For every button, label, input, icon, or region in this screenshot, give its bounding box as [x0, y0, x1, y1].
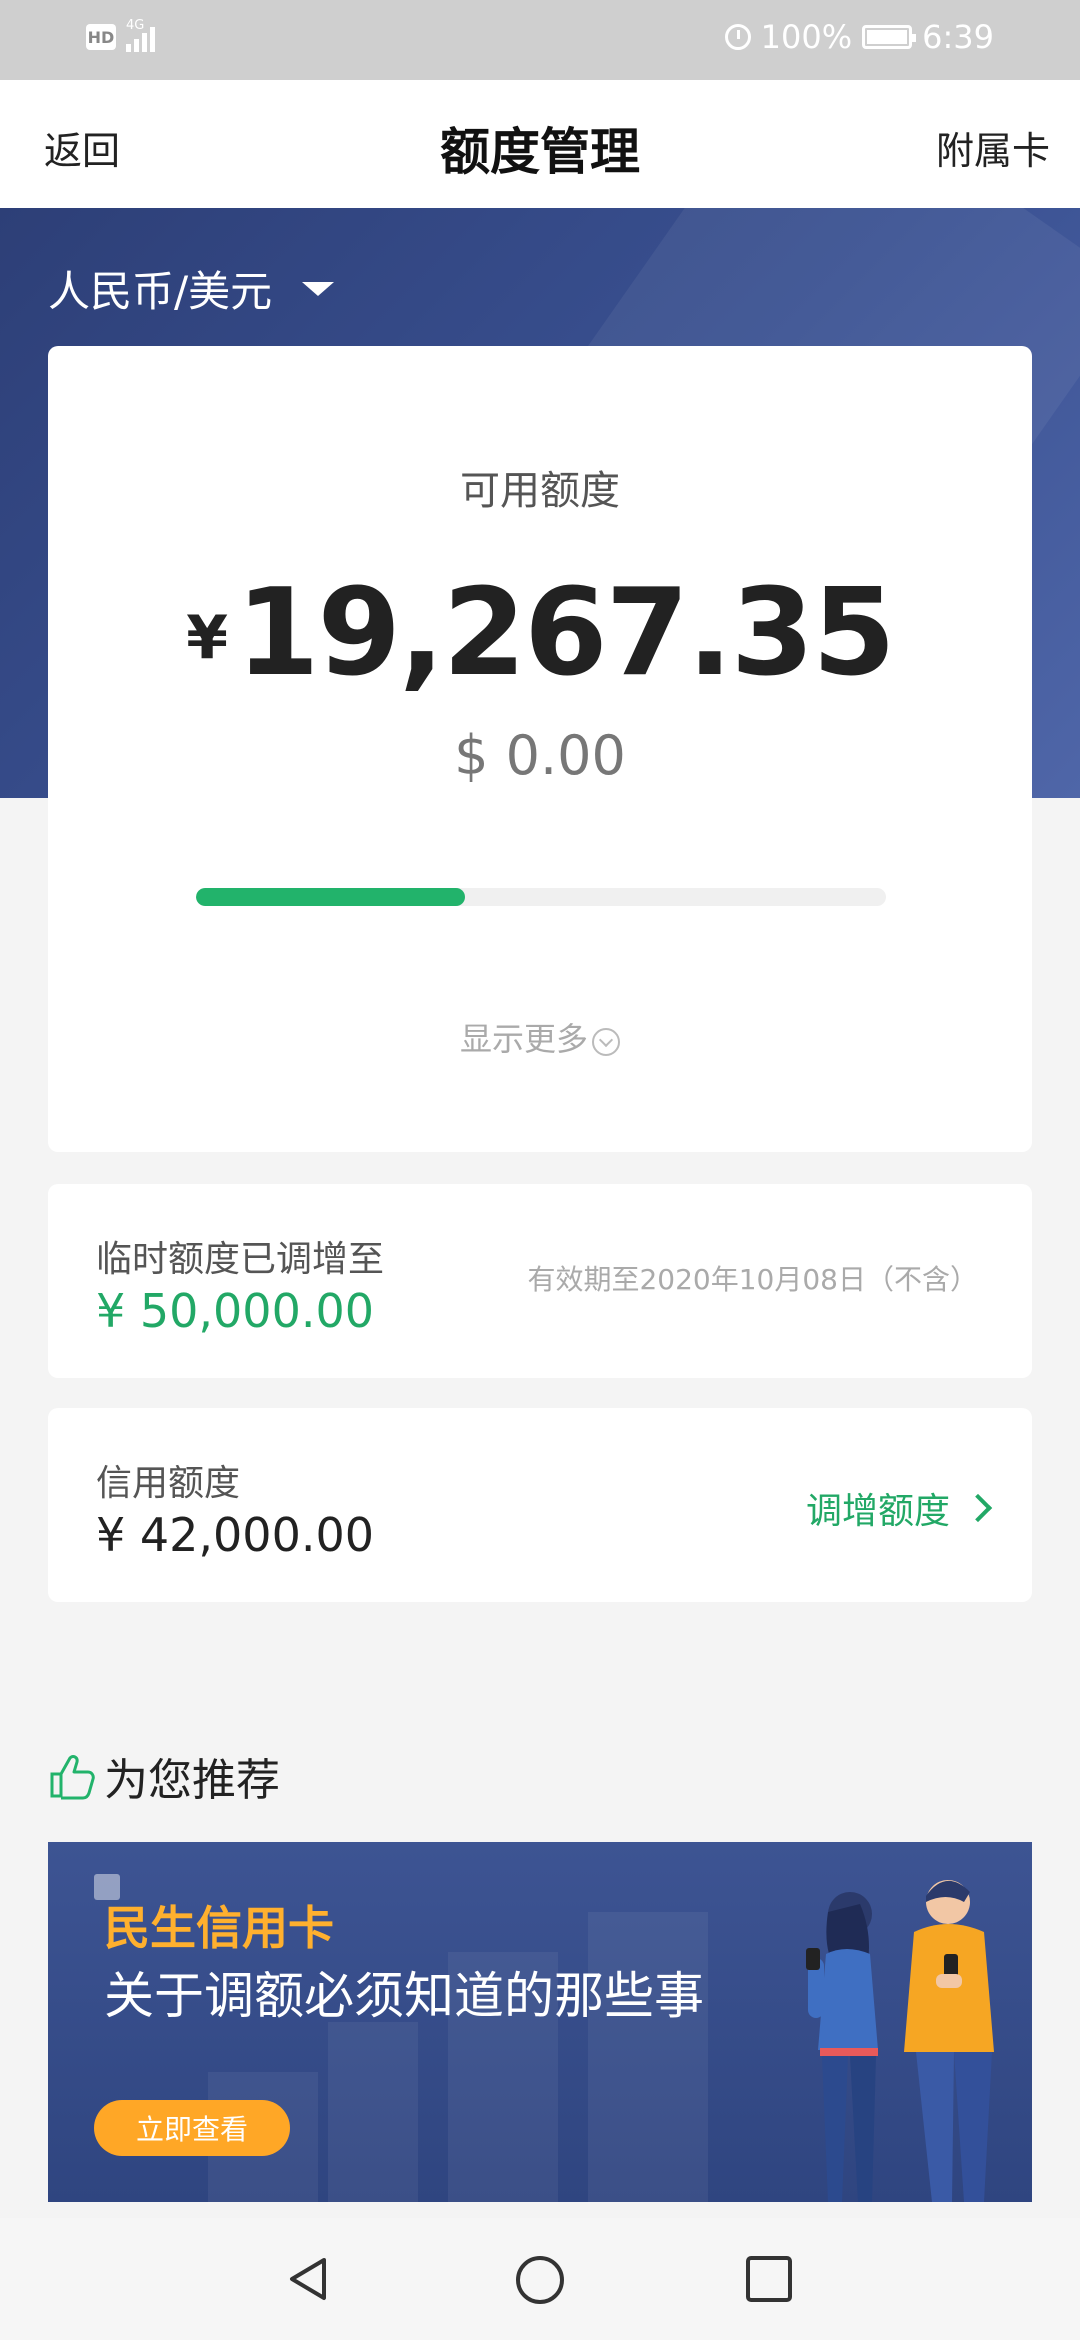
- increase-limit-label: 调增额度: [805, 1491, 950, 1532]
- currency-symbol: ¥: [186, 603, 229, 673]
- supplementary-card-button[interactable]: 附属卡: [936, 120, 1050, 175]
- recents-square-icon[interactable]: [744, 2254, 794, 2304]
- credit-limit-card: 信用额度 ¥ 42,000.00 调增额度: [48, 1408, 1032, 1602]
- thumbs-up-icon: [50, 1755, 95, 1800]
- signal-icon: 4G: [126, 18, 155, 52]
- clock: 6:39: [922, 18, 994, 56]
- status-right: 100% 6:39: [724, 18, 994, 56]
- credit-limit-amount: ¥ 42,000.00: [96, 1508, 374, 1562]
- credit-usage-progress-fill: [196, 888, 466, 906]
- temporary-limit-card: 临时额度已调增至 ¥ 50,000.00 有效期至2020年10月08日（不含）: [48, 1184, 1032, 1378]
- show-more-button[interactable]: 显示更多: [48, 1014, 1032, 1060]
- status-left: HD 4G: [86, 18, 155, 52]
- show-more-label: 显示更多: [459, 1020, 588, 1058]
- nav-bar: 返回 额度管理 附属卡: [0, 80, 1080, 208]
- temporary-limit-validity: 有效期至2020年10月08日（不含）: [527, 1263, 978, 1296]
- chevron-down-circle-icon: [592, 1028, 620, 1056]
- banner-headline: 关于调额必须知道的那些事: [104, 1967, 704, 2025]
- network-type: 4G: [126, 18, 145, 33]
- promo-banner[interactable]: 民生信用卡 关于调额必须知道的那些事 立即查看: [48, 1842, 1032, 2202]
- battery-percent: 100%: [760, 18, 853, 56]
- page-title: 额度管理: [440, 123, 640, 181]
- people-illustration: [806, 1880, 994, 2202]
- status-bar: HD 4G 100% 6:39: [0, 0, 1080, 80]
- chevron-right-icon: [963, 1493, 993, 1523]
- hd-badge: HD: [86, 24, 116, 50]
- banner-tag: 民生信用卡: [104, 1901, 334, 1955]
- caret-down-icon: [302, 281, 335, 296]
- available-credit-amount: ¥19,267.35: [48, 564, 1032, 703]
- currency-selector-label: 人民币/美元: [48, 267, 273, 316]
- battery-icon: [862, 25, 917, 49]
- system-navigation-bar: [0, 2218, 1080, 2340]
- alarm-icon: [724, 24, 751, 50]
- back-triangle-icon[interactable]: [284, 2254, 334, 2304]
- available-credit-card: 可用额度 ¥19,267.35 $ 0.00 显示更多: [48, 346, 1032, 1152]
- usd-available-amount: $ 0.00: [454, 724, 626, 787]
- recommend-section-title: 为您推荐: [48, 1744, 280, 1808]
- temporary-limit-amount: ¥ 50,000.00: [96, 1284, 374, 1338]
- currency-selector[interactable]: 人民币/美元: [48, 258, 335, 319]
- available-credit-value: 19,267.35: [236, 564, 896, 703]
- view-now-button[interactable]: 立即查看: [94, 2100, 290, 2156]
- temporary-limit-title: 临时额度已调增至: [96, 1239, 385, 1280]
- credit-usage-progress-bar: [196, 888, 886, 906]
- recommend-title-text: 为您推荐: [104, 1755, 280, 1806]
- available-credit-label: 可用额度: [460, 468, 620, 514]
- credit-limit-title: 信用额度: [96, 1463, 241, 1504]
- increase-limit-link[interactable]: 调增额度: [805, 1482, 993, 1534]
- home-circle-icon[interactable]: [514, 2254, 566, 2306]
